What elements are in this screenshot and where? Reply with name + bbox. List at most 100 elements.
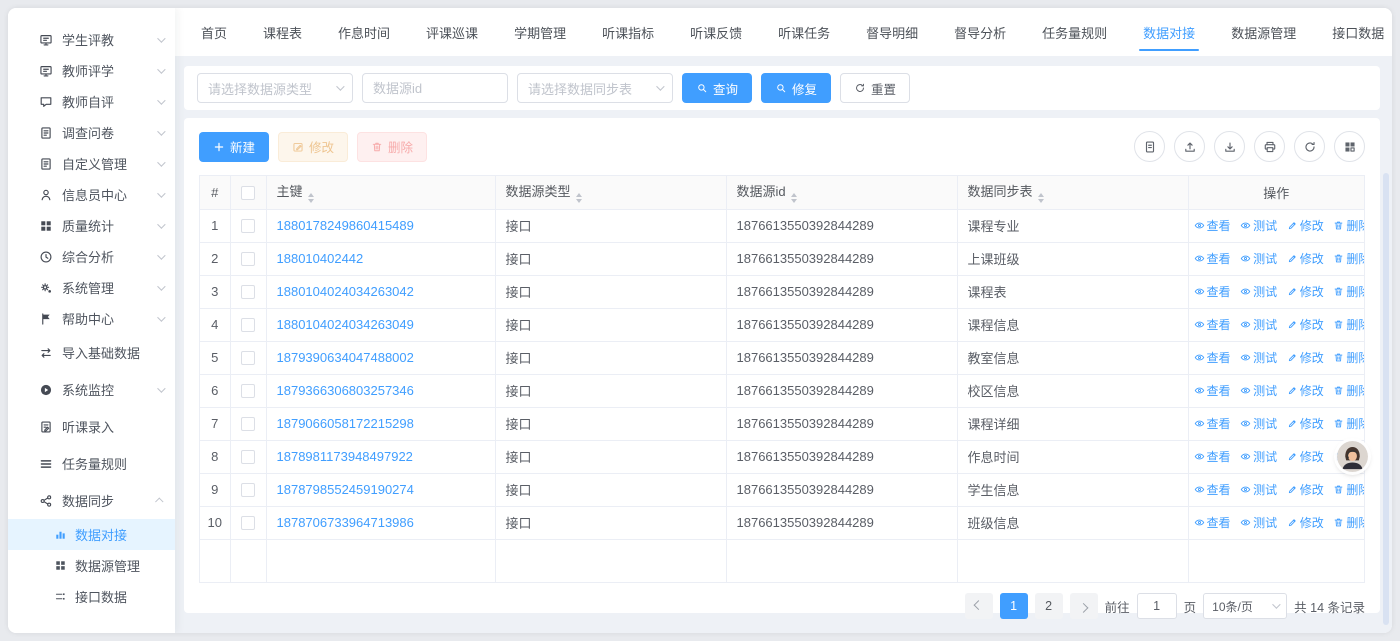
- row-action-edit[interactable]: 修改: [1287, 250, 1324, 267]
- sidebar-subitem-datasource-management[interactable]: 数据源管理: [8, 550, 175, 581]
- row-action-test[interactable]: 测试: [1240, 481, 1277, 498]
- row-action-delete[interactable]: 删除: [1333, 481, 1364, 498]
- row-key-link[interactable]: 1878981173948497922: [277, 449, 413, 464]
- row-checkbox[interactable]: [241, 252, 255, 266]
- row-action-view[interactable]: 查看: [1194, 448, 1231, 465]
- row-action-view[interactable]: 查看: [1194, 481, 1231, 498]
- tab-listening-tasks[interactable]: 听课任务: [760, 8, 848, 56]
- row-action-test[interactable]: 测试: [1240, 217, 1277, 234]
- reset-button[interactable]: 重置: [840, 73, 910, 103]
- page-size-select[interactable]: 10条/页: [1203, 593, 1287, 619]
- row-action-delete[interactable]: 删除: [1333, 250, 1364, 267]
- row-key-link[interactable]: 1880178249860415489: [277, 218, 414, 233]
- sidebar-item-student-evaluation[interactable]: 学生评教: [8, 24, 175, 55]
- row-checkbox[interactable]: [241, 318, 255, 332]
- datasource-id-input[interactable]: [362, 73, 508, 103]
- goto-page-input[interactable]: [1137, 593, 1177, 619]
- column-source-id[interactable]: 数据源id: [726, 176, 957, 209]
- sidebar-item-teacher-evaluate-learning[interactable]: 教师评学: [8, 55, 175, 86]
- row-key-link[interactable]: 1879390634047488002: [277, 350, 414, 365]
- row-action-delete[interactable]: 删除: [1333, 514, 1364, 531]
- row-action-edit[interactable]: 修改: [1287, 448, 1324, 465]
- row-checkbox[interactable]: [241, 417, 255, 431]
- query-button[interactable]: 查询: [682, 73, 752, 103]
- row-key-link[interactable]: 1879366306803257346: [277, 383, 414, 398]
- sidebar-item-data-sync[interactable]: 数据同步: [8, 482, 175, 519]
- row-checkbox[interactable]: [241, 450, 255, 464]
- row-key-link[interactable]: 188010402442: [277, 251, 364, 266]
- tab-data-connect[interactable]: 数据对接: [1125, 8, 1213, 56]
- row-action-view[interactable]: 查看: [1194, 316, 1231, 333]
- prev-page-button[interactable]: [965, 593, 993, 619]
- sidebar-item-custom-management[interactable]: 自定义管理: [8, 148, 175, 179]
- row-action-test[interactable]: 测试: [1240, 514, 1277, 531]
- row-action-test[interactable]: 测试: [1240, 250, 1277, 267]
- row-action-view[interactable]: 查看: [1194, 250, 1231, 267]
- sidebar-item-survey-questionnaire[interactable]: 调查问卷: [8, 117, 175, 148]
- modify-button[interactable]: 修改: [278, 132, 348, 162]
- sidebar-item-quality-statistics[interactable]: 质量统计: [8, 210, 175, 241]
- row-action-view[interactable]: 查看: [1194, 514, 1231, 531]
- repair-button[interactable]: 修复: [761, 73, 831, 103]
- row-key-link[interactable]: 1880104024034263042: [277, 284, 414, 299]
- tool-button-download[interactable]: [1214, 131, 1245, 162]
- tab-interface-data[interactable]: 接口数据: [1314, 8, 1392, 56]
- scrollbar-thumb[interactable]: [1383, 173, 1389, 625]
- row-action-delete[interactable]: 删除: [1333, 316, 1364, 333]
- datasource-type-select[interactable]: 请选择数据源类型: [197, 73, 353, 103]
- sidebar-subitem-interface-data[interactable]: 接口数据: [8, 581, 175, 612]
- row-key-link[interactable]: 1880104024034263049: [277, 317, 414, 332]
- tab-home[interactable]: 首页: [183, 8, 245, 56]
- tab-listening-feedback[interactable]: 听课反馈: [672, 8, 760, 56]
- tool-button-refresh[interactable]: [1294, 131, 1325, 162]
- sidebar-item-comprehensive-analysis[interactable]: 综合分析: [8, 241, 175, 272]
- column-key[interactable]: 主键: [266, 176, 495, 209]
- pager-page-1[interactable]: 1: [1000, 593, 1028, 619]
- row-action-test[interactable]: 测试: [1240, 349, 1277, 366]
- row-action-delete[interactable]: 删除: [1333, 283, 1364, 300]
- sort-icon[interactable]: [308, 193, 314, 203]
- tab-rest-time[interactable]: 作息时间: [320, 8, 408, 56]
- row-action-edit[interactable]: 修改: [1287, 382, 1324, 399]
- row-action-edit[interactable]: 修改: [1287, 481, 1324, 498]
- row-key-link[interactable]: 1879066058172215298: [277, 416, 414, 431]
- next-page-button[interactable]: [1070, 593, 1098, 619]
- sidebar-item-system-monitor[interactable]: 系统监控: [8, 371, 175, 408]
- row-action-edit[interactable]: 修改: [1287, 415, 1324, 432]
- tab-workload-rules[interactable]: 任务量规则: [1024, 8, 1125, 56]
- row-action-view[interactable]: 查看: [1194, 283, 1231, 300]
- row-action-edit[interactable]: 修改: [1287, 316, 1324, 333]
- pager-page-2[interactable]: 2: [1035, 593, 1063, 619]
- sidebar-item-system-management[interactable]: 系统管理: [8, 272, 175, 303]
- tool-button-export-file[interactable]: [1134, 131, 1165, 162]
- row-action-delete[interactable]: 删除: [1333, 382, 1364, 399]
- tool-button-column-settings[interactable]: [1334, 131, 1365, 162]
- row-action-test[interactable]: 测试: [1240, 283, 1277, 300]
- tab-supervision-detail[interactable]: 督导明细: [848, 8, 936, 56]
- tab-supervision-analysis[interactable]: 督导分析: [936, 8, 1024, 56]
- row-action-edit[interactable]: 修改: [1287, 217, 1324, 234]
- sidebar-subitem-data-connect[interactable]: 数据对接: [8, 519, 175, 550]
- column-sync-table[interactable]: 数据同步表: [957, 176, 1188, 209]
- tab-semester-management[interactable]: 学期管理: [496, 8, 584, 56]
- sidebar-item-teacher-self-evaluation[interactable]: 教师自评: [8, 86, 175, 117]
- row-action-delete[interactable]: 删除: [1333, 415, 1364, 432]
- row-action-view[interactable]: 查看: [1194, 415, 1231, 432]
- tool-button-print[interactable]: [1254, 131, 1285, 162]
- tab-datasource-management[interactable]: 数据源管理: [1213, 8, 1314, 56]
- row-checkbox[interactable]: [241, 285, 255, 299]
- sidebar-item-help-center[interactable]: 帮助中心: [8, 303, 175, 334]
- row-key-link[interactable]: 1878706733964713986: [277, 515, 414, 530]
- row-action-test[interactable]: 测试: [1240, 448, 1277, 465]
- row-action-view[interactable]: 查看: [1194, 217, 1231, 234]
- sort-icon[interactable]: [1038, 193, 1044, 203]
- delete-button[interactable]: 删除: [357, 132, 427, 162]
- sidebar-item-import-base-data[interactable]: 导入基础数据: [8, 334, 175, 371]
- sidebar-item-informant-center[interactable]: 信息员中心: [8, 179, 175, 210]
- row-action-test[interactable]: 测试: [1240, 382, 1277, 399]
- tab-course-table[interactable]: 课程表: [245, 8, 320, 56]
- support-avatar[interactable]: [1337, 441, 1368, 472]
- column-type[interactable]: 数据源类型: [495, 176, 726, 209]
- row-action-view[interactable]: 查看: [1194, 382, 1231, 399]
- sidebar-item-lecture-entry[interactable]: 听课录入: [8, 408, 175, 445]
